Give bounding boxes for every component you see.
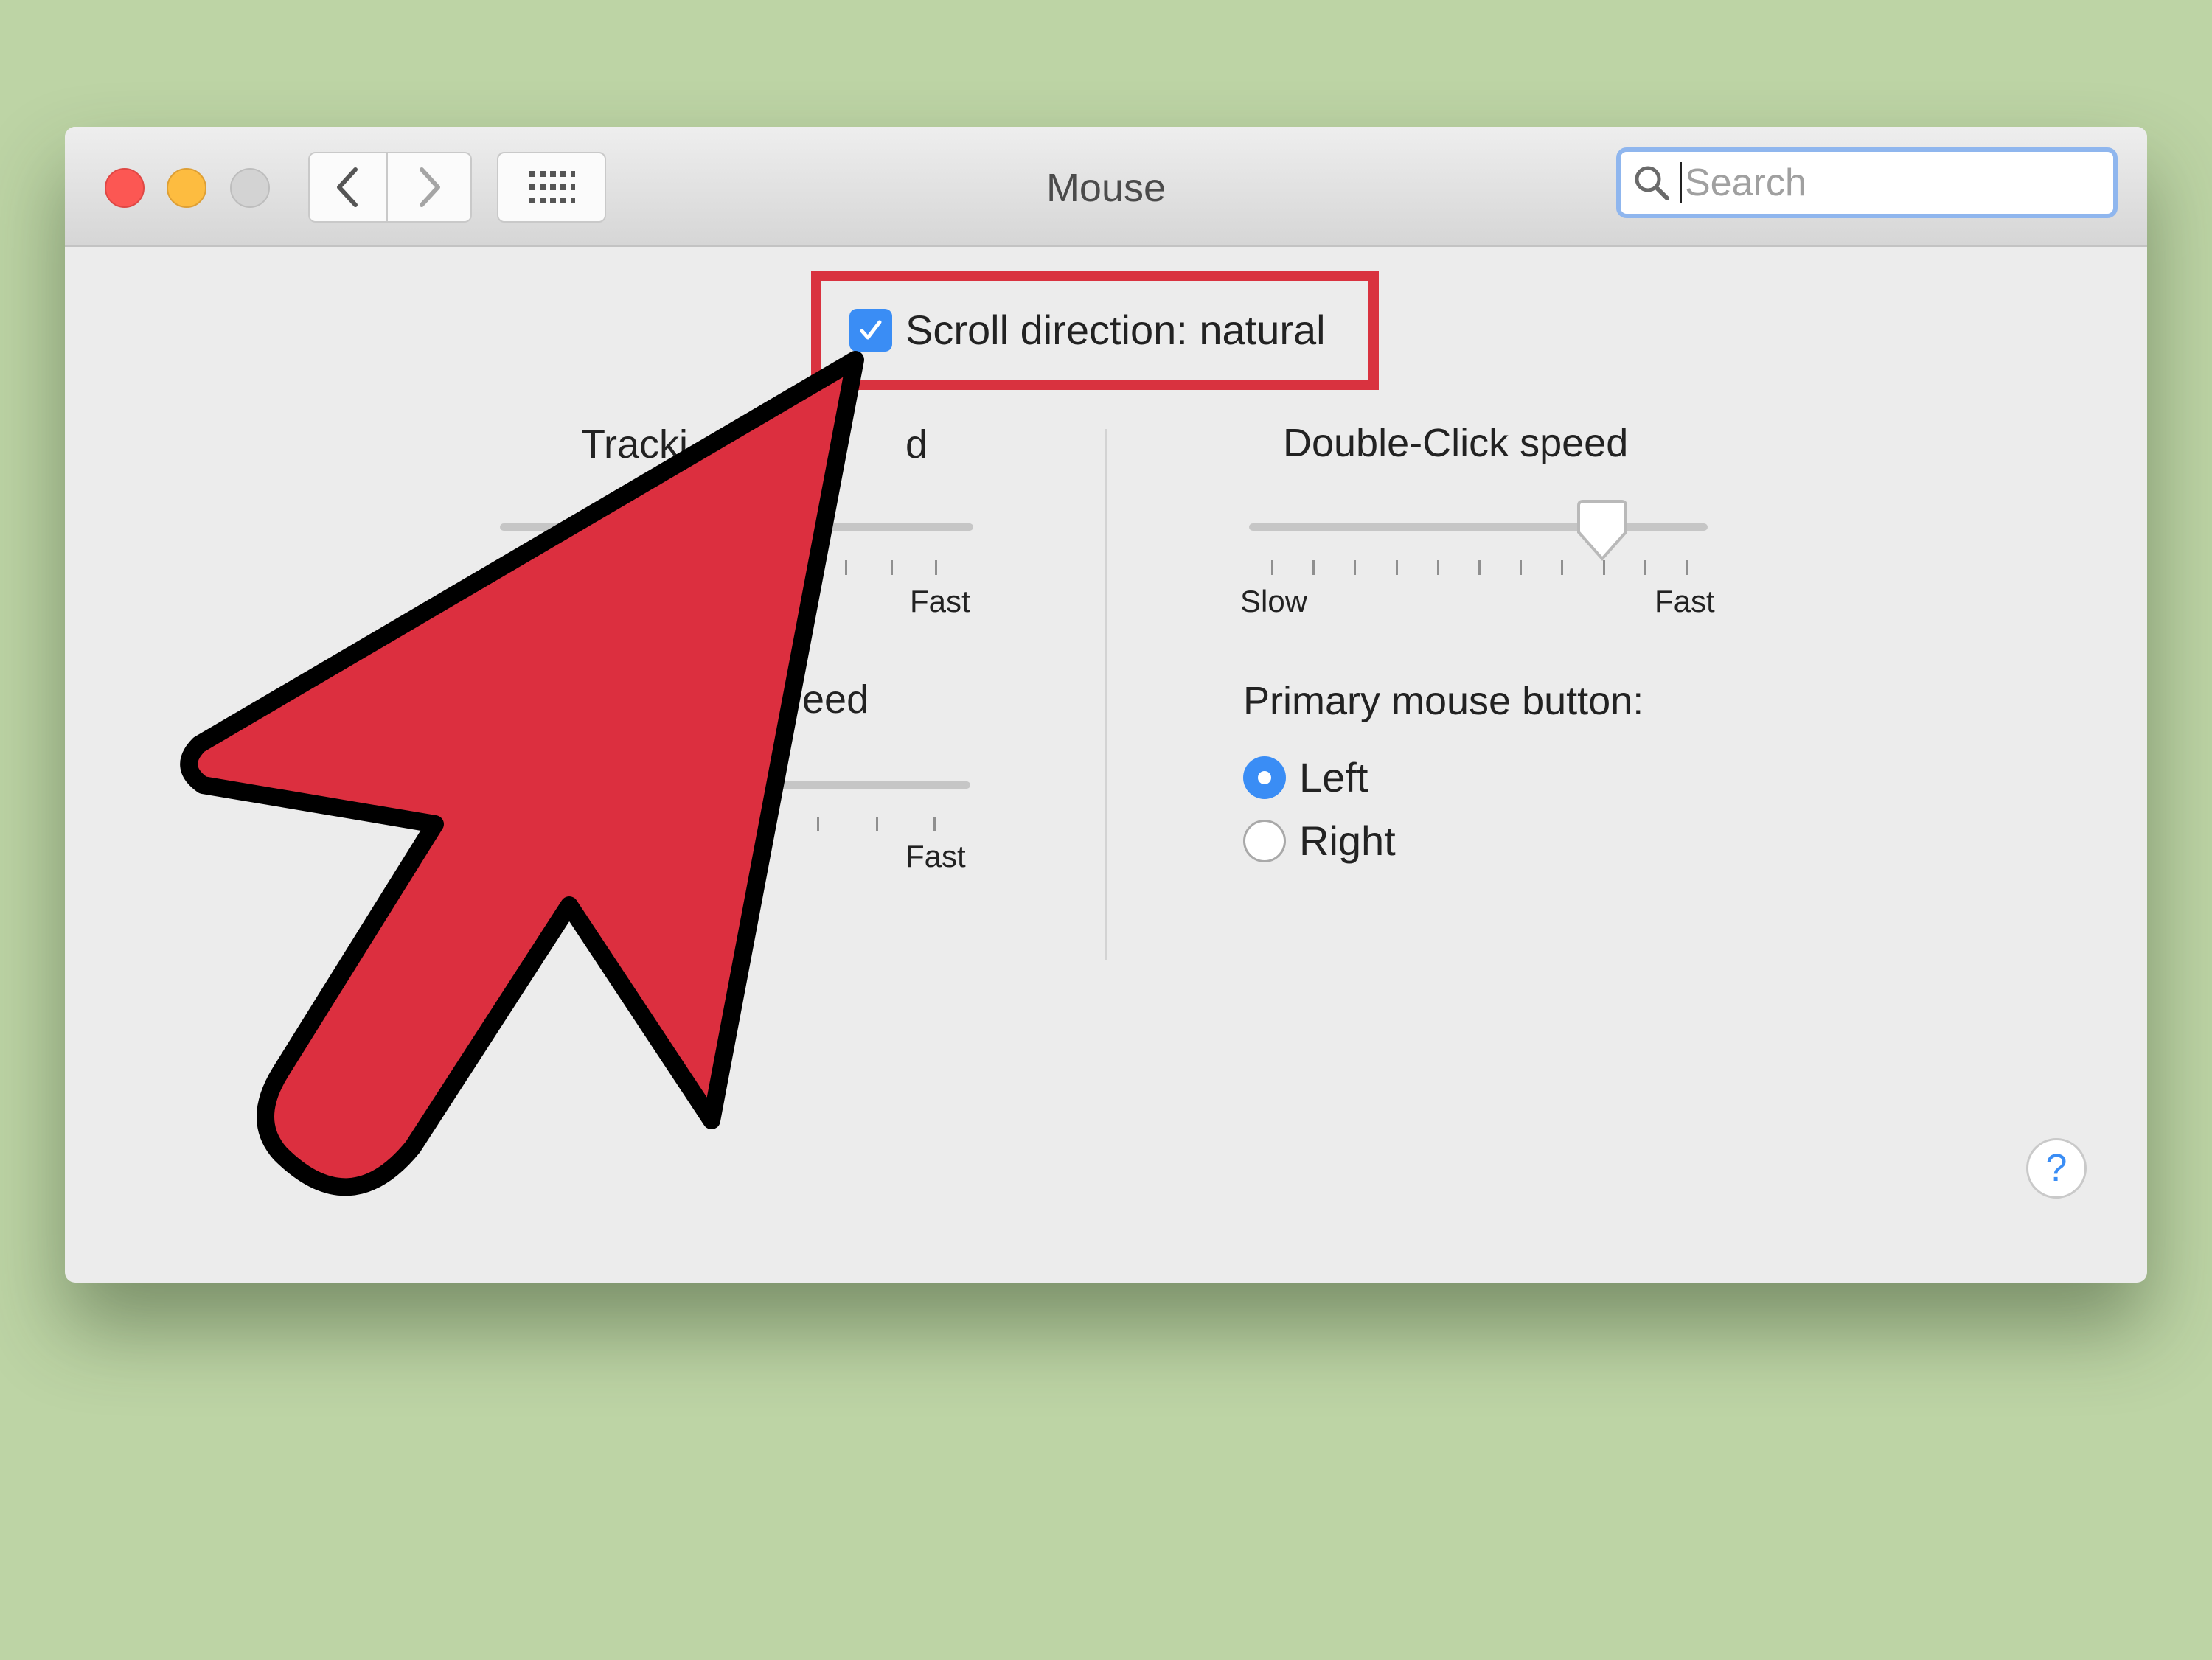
scrolling-tick xyxy=(933,817,936,831)
scroll-direction-checkbox[interactable] xyxy=(849,308,892,352)
tracking-fast-label: Fast xyxy=(910,584,970,618)
double-click-slow-label: Slow xyxy=(1240,584,1308,618)
mouse-preferences-window: Mouse Scroll direction: natural Tracki d… xyxy=(65,127,2147,1283)
column-divider xyxy=(1105,429,1107,960)
primary-mouse-button-title: Primary mouse button: xyxy=(1243,679,1644,723)
double-click-tick xyxy=(1478,560,1481,575)
double-click-tick xyxy=(1271,560,1273,575)
double-click-speed-title: Double-Click speed xyxy=(1283,421,1629,465)
search-input[interactable] xyxy=(1683,160,2084,206)
radio-left-label: Left xyxy=(1299,754,1368,801)
checkmark-icon xyxy=(860,320,882,339)
help-button[interactable]: ? xyxy=(2026,1138,2087,1199)
double-click-tick xyxy=(1520,560,1523,575)
double-click-tick xyxy=(1644,560,1646,575)
tracking-tick xyxy=(891,560,893,575)
double-click-tick xyxy=(1602,560,1605,575)
radio-right[interactable] xyxy=(1243,819,1286,862)
double-click-fast-label: Fast xyxy=(1655,584,1715,618)
scrolling-fast-label: Fast xyxy=(905,839,966,873)
scrolling-speed-title-right: eed xyxy=(802,677,869,722)
double-click-tick xyxy=(1686,560,1688,575)
scroll-direction-option[interactable]: Scroll direction: natural xyxy=(849,306,1326,354)
double-click-tick xyxy=(1354,560,1357,575)
double-click-tick xyxy=(1561,560,1564,575)
primary-button-option-left[interactable]: Left xyxy=(1243,753,1368,801)
radio-dot xyxy=(1258,770,1271,784)
text-cursor xyxy=(1680,162,1682,203)
primary-button-option-right[interactable]: Right xyxy=(1243,817,1396,865)
help-icon: ? xyxy=(2045,1147,2067,1190)
tracking-tick xyxy=(845,560,847,575)
scroll-direction-label: Scroll direction: natural xyxy=(905,307,1326,353)
double-click-tick xyxy=(1436,560,1439,575)
search-icon xyxy=(1632,164,1671,202)
tracking-speed-title-right: d xyxy=(905,422,928,467)
tracking-speed-title-left: Tracki xyxy=(581,422,688,467)
radio-right-label: Right xyxy=(1299,817,1396,864)
double-click-speed-track[interactable] xyxy=(1249,523,1708,531)
scrolling-speed-slider[interactable] xyxy=(500,781,970,789)
double-click-speed-slider-thumb[interactable] xyxy=(1573,500,1632,565)
search-field[interactable] xyxy=(1616,147,2118,218)
double-click-tick xyxy=(1395,560,1398,575)
tracking-tick xyxy=(935,560,937,575)
radio-left[interactable] xyxy=(1243,756,1286,799)
scrolling-tick xyxy=(876,817,878,831)
scrolling-tick xyxy=(817,817,819,831)
tracking-speed-slider[interactable] xyxy=(500,523,973,531)
title-bar: Mouse xyxy=(65,127,2147,247)
double-click-tick xyxy=(1312,560,1315,575)
